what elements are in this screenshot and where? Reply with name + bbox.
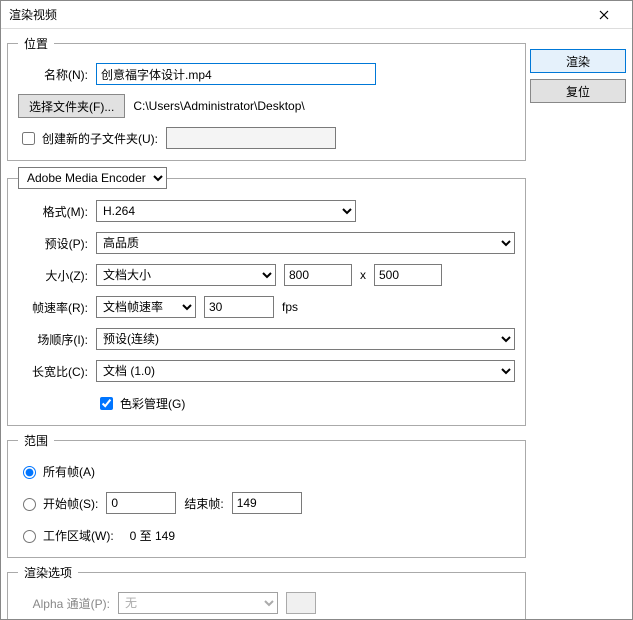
start-frame-input[interactable] bbox=[106, 492, 176, 514]
work-area-radio[interactable] bbox=[23, 530, 36, 543]
size-label: 大小(Z): bbox=[18, 267, 88, 284]
encoder-engine-select[interactable]: Adobe Media Encoder bbox=[18, 167, 167, 189]
reset-button[interactable]: 复位 bbox=[530, 79, 626, 103]
close-icon bbox=[599, 10, 609, 20]
render-video-dialog: 渲染视频 位置 名称(N): 选择文件夹(F)... C:\Users\Admi… bbox=[0, 0, 633, 620]
alpha-label: Alpha 通道(P): bbox=[18, 595, 110, 612]
all-frames-radio[interactable] bbox=[23, 466, 36, 479]
work-area-text: 0 至 149 bbox=[130, 527, 175, 544]
path-label: C:\Users\Administrator\Desktop\ bbox=[133, 99, 304, 113]
start-frame-radio[interactable] bbox=[23, 498, 36, 511]
fieldorder-select[interactable]: 预设(连续) bbox=[96, 328, 515, 350]
fps-unit: fps bbox=[282, 300, 298, 314]
name-input[interactable] bbox=[96, 63, 376, 85]
close-button[interactable] bbox=[584, 2, 624, 28]
color-mgmt-label: 色彩管理(G) bbox=[120, 395, 185, 412]
alpha-select: 无 bbox=[118, 592, 278, 614]
select-folder-button[interactable]: 选择文件夹(F)... bbox=[18, 94, 125, 118]
size-x-label: x bbox=[360, 268, 366, 282]
create-subfolder-row: 创建新的子文件夹(U): bbox=[18, 129, 158, 148]
start-frame-label: 开始帧(S): bbox=[43, 495, 98, 512]
render-button[interactable]: 渲染 bbox=[530, 49, 626, 73]
aspect-label: 长宽比(C): bbox=[18, 363, 88, 380]
create-subfolder-checkbox[interactable] bbox=[22, 132, 35, 145]
all-frames-row: 所有帧(A) bbox=[18, 463, 95, 480]
subfolder-input bbox=[166, 127, 336, 149]
color-mgmt-row: 色彩管理(G) bbox=[96, 394, 185, 413]
fps-mode-select[interactable]: 文档帧速率 bbox=[96, 296, 196, 318]
color-mgmt-checkbox[interactable] bbox=[100, 397, 113, 410]
location-group: 位置 名称(N): 选择文件夹(F)... C:\Users\Administr… bbox=[7, 35, 526, 161]
window-title: 渲染视频 bbox=[9, 6, 57, 23]
work-area-label: 工作区域(W): bbox=[43, 527, 114, 544]
alpha-swatch bbox=[286, 592, 316, 614]
encoder-group: Adobe Media Encoder 格式(M): H.264 预设(P): … bbox=[7, 167, 526, 426]
format-label: 格式(M): bbox=[18, 203, 88, 220]
main-column: 位置 名称(N): 选择文件夹(F)... C:\Users\Administr… bbox=[7, 35, 526, 613]
aspect-select[interactable]: 文档 (1.0) bbox=[96, 360, 515, 382]
options-group: 渲染选项 Alpha 通道(P): 无 3D 品质: 交互 bbox=[7, 564, 526, 619]
encoder-legend: Adobe Media Encoder bbox=[18, 167, 167, 189]
end-frame-input[interactable] bbox=[232, 492, 302, 514]
start-frame-row: 开始帧(S): bbox=[18, 495, 98, 512]
size-mode-select[interactable]: 文档大小 bbox=[96, 264, 276, 286]
location-legend: 位置 bbox=[18, 35, 54, 52]
fps-input[interactable] bbox=[204, 296, 274, 318]
side-column: 渲染 复位 bbox=[530, 35, 626, 613]
create-subfolder-label: 创建新的子文件夹(U): bbox=[42, 130, 158, 147]
preset-label: 预设(P): bbox=[18, 235, 88, 252]
format-select[interactable]: H.264 bbox=[96, 200, 356, 222]
end-frame-label: 结束帧: bbox=[184, 495, 223, 512]
size-height-input[interactable] bbox=[374, 264, 442, 286]
preset-select[interactable]: 高品质 bbox=[96, 232, 515, 254]
dialog-body: 位置 名称(N): 选择文件夹(F)... C:\Users\Administr… bbox=[1, 29, 632, 619]
work-area-row: 工作区域(W): bbox=[18, 527, 114, 544]
name-label: 名称(N): bbox=[18, 66, 88, 83]
range-group: 范围 所有帧(A) 开始帧(S): 结束帧: bbox=[7, 432, 526, 558]
titlebar: 渲染视频 bbox=[1, 1, 632, 29]
size-width-input[interactable] bbox=[284, 264, 352, 286]
options-legend: 渲染选项 bbox=[18, 564, 78, 581]
range-legend: 范围 bbox=[18, 432, 54, 449]
fps-label: 帧速率(R): bbox=[18, 299, 88, 316]
fieldorder-label: 场顺序(I): bbox=[18, 331, 88, 348]
all-frames-label: 所有帧(A) bbox=[43, 463, 95, 480]
